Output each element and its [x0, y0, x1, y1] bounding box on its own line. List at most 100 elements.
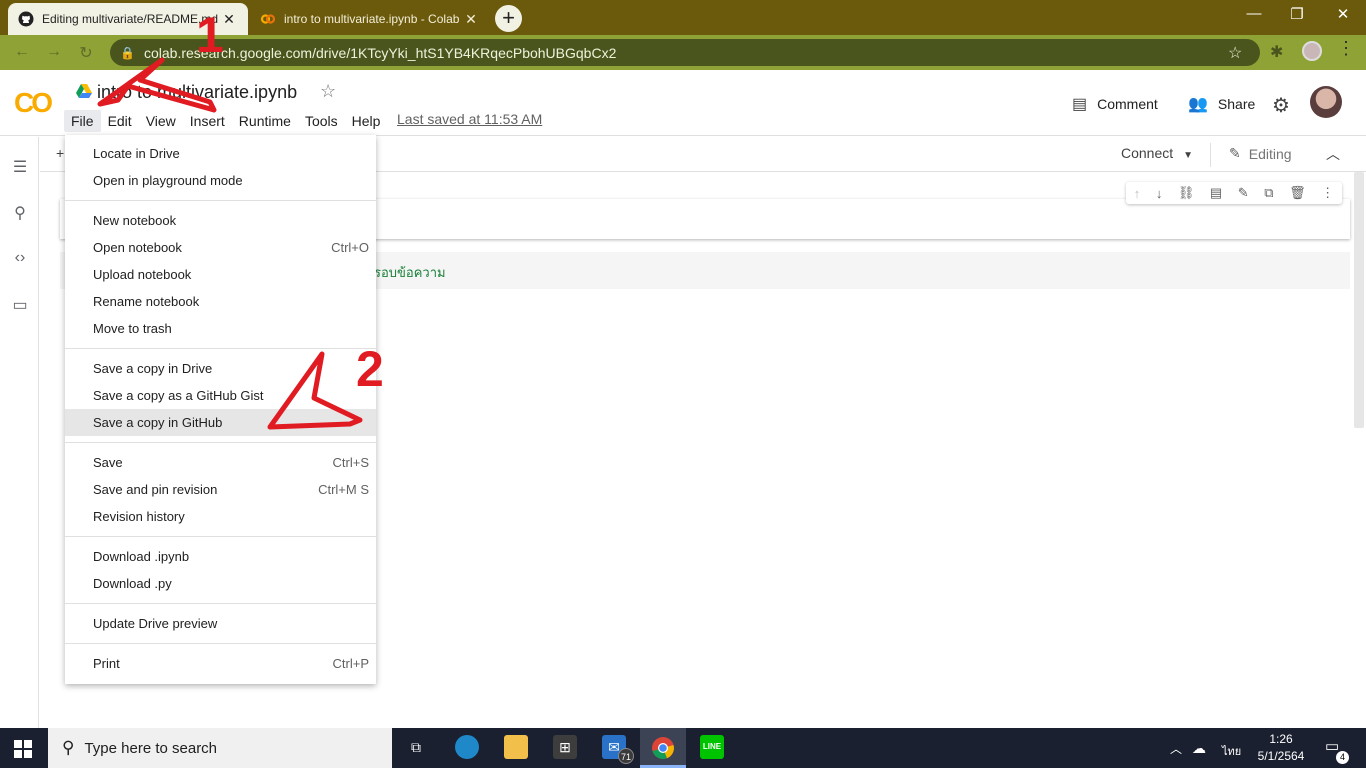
link-icon[interactable]: ⛓	[1178, 185, 1195, 201]
people-icon: 👥	[1188, 96, 1208, 113]
menu-edit[interactable]: Edit	[101, 110, 139, 132]
file-menu-item[interactable]: Download .ipynb	[65, 543, 376, 570]
taskbar-clock[interactable]: 1:26 5/1/2564	[1256, 731, 1306, 765]
language-indicator[interactable]: ไทย	[1222, 742, 1241, 760]
menu-item-label: Upload notebook	[93, 267, 192, 282]
google-drive-icon[interactable]	[76, 84, 92, 98]
menu-item-label: Revision history	[93, 509, 185, 524]
menu-item-label: Save	[93, 455, 123, 470]
search-icon[interactable]: ⚲	[10, 203, 30, 223]
menu-separator	[65, 643, 376, 644]
menu-separator	[65, 200, 376, 201]
extensions-icon[interactable]: ✱	[1270, 42, 1283, 62]
editing-mode-button[interactable]: ✎ Editing	[1229, 145, 1292, 162]
comment-button[interactable]: ▤ Comment	[1072, 94, 1158, 114]
onedrive-cloud-icon[interactable]: ☁	[1192, 740, 1206, 757]
menu-view[interactable]: View	[139, 110, 183, 132]
maximize-button[interactable]: ❐	[1274, 5, 1320, 23]
microsoft-store-icon[interactable]: ⊞	[553, 735, 577, 759]
menu-help[interactable]: Help	[345, 110, 388, 132]
menu-item-label: Rename notebook	[93, 294, 200, 309]
browser-profile-avatar[interactable]	[1302, 41, 1322, 61]
file-menu-item[interactable]: Save a copy in GitHub	[65, 409, 376, 436]
file-menu-item[interactable]: Revision history	[65, 503, 376, 530]
file-menu-item[interactable]: Save Ctrl+S	[65, 449, 376, 476]
file-menu-item[interactable]: Download .py	[65, 570, 376, 597]
more-options-icon[interactable]: ⋮	[1321, 185, 1334, 201]
comment-cell-icon[interactable]: ▤	[1210, 185, 1222, 201]
edit-cell-icon[interactable]: ✎	[1238, 185, 1249, 201]
line-app-icon[interactable]: LINE	[700, 735, 724, 759]
move-up-icon[interactable]: ↑	[1134, 186, 1141, 201]
cell-toolbar: ↑ ↓ ⛓ ▤ ✎ ⧉ 🗑 ⋮	[1126, 182, 1342, 204]
search-icon: ⚲	[62, 738, 75, 757]
table-of-contents-icon[interactable]: ☰	[10, 157, 30, 177]
menu-separator	[65, 536, 376, 537]
file-menu-item[interactable]: Open in playground mode	[65, 167, 376, 194]
reload-button[interactable]: ↻	[74, 43, 98, 63]
move-down-icon[interactable]: ↓	[1156, 186, 1163, 201]
task-view-icon[interactable]: ⧉	[404, 735, 428, 759]
tray-chevron-up-icon[interactable]: ︿	[1170, 740, 1182, 757]
minimize-button[interactable]: —	[1231, 5, 1277, 22]
menu-item-shortcut: Ctrl+O	[331, 240, 369, 255]
file-menu-item[interactable]: Save a copy in Drive	[65, 355, 376, 382]
new-tab-button[interactable]: +	[495, 5, 522, 32]
file-menu-item[interactable]: Open notebook Ctrl+O	[65, 234, 376, 261]
collapse-header-icon[interactable]: ︿	[1326, 144, 1340, 164]
menu-item-label: Save and pin revision	[93, 482, 218, 497]
file-menu-item[interactable]: Save a copy as a GitHub Gist	[65, 382, 376, 409]
url-text[interactable]: colab.research.google.com/drive/1KTcyYki…	[144, 45, 1228, 61]
chrome-icon[interactable]	[651, 736, 675, 760]
tab-title: Editing multivariate/README.md	[42, 12, 219, 26]
menu-item-shortcut: Ctrl+M S	[318, 482, 369, 497]
forward-button[interactable]: →	[42, 43, 66, 61]
file-menu-item[interactable]: Update Drive preview	[65, 610, 376, 637]
add-cell-button[interactable]: +	[56, 145, 64, 161]
address-bar[interactable]: 🔒 colab.research.google.com/drive/1KTcyY…	[110, 39, 1260, 66]
clock-date: 5/1/2564	[1257, 749, 1305, 763]
share-button[interactable]: 👥 Share	[1188, 94, 1255, 114]
menu-file[interactable]: File	[64, 110, 101, 132]
notebook-title[interactable]: intro to multivariate.ipynb	[97, 82, 297, 103]
menu-insert[interactable]: Insert	[183, 110, 232, 132]
share-label: Share	[1217, 96, 1256, 112]
toolbar-divider	[1210, 143, 1211, 167]
user-avatar[interactable]	[1310, 86, 1342, 118]
pencil-icon: ✎	[1229, 145, 1241, 161]
file-explorer-icon[interactable]	[504, 735, 528, 759]
file-menu-item[interactable]: Print Ctrl+P	[65, 650, 376, 677]
colab-menubar: File Edit View Insert Runtime Tools Help	[64, 110, 387, 132]
edge-icon[interactable]	[455, 735, 479, 759]
browser-menu-icon[interactable]: ⋮	[1337, 38, 1355, 59]
github-icon	[18, 11, 34, 27]
last-saved-link[interactable]: Last saved at 11:53 AM	[397, 111, 542, 127]
settings-gear-icon[interactable]: ⚙	[1272, 93, 1290, 118]
file-menu-item[interactable]: Move to trash	[65, 315, 376, 342]
mirror-cell-icon[interactable]: ⧉	[1264, 185, 1273, 201]
colab-logo[interactable]: CO	[14, 87, 53, 119]
delete-cell-icon[interactable]: 🗑	[1289, 185, 1306, 201]
star-notebook-icon[interactable]: ☆	[320, 81, 336, 102]
file-menu-item[interactable]: Rename notebook	[65, 288, 376, 315]
menu-item-label: Move to trash	[93, 321, 172, 336]
menu-runtime[interactable]: Runtime	[232, 110, 298, 132]
back-button[interactable]: ←	[10, 43, 34, 61]
file-menu-item[interactable]: Upload notebook	[65, 261, 376, 288]
file-menu-item[interactable]: Save and pin revision Ctrl+M S	[65, 476, 376, 503]
windows-start-icon[interactable]	[14, 740, 32, 758]
tab-title: intro to multivariate.ipynb - Colab	[284, 12, 460, 26]
file-menu-item[interactable]: Locate in Drive	[65, 140, 376, 167]
menu-tools[interactable]: Tools	[298, 110, 345, 132]
file-menu-item[interactable]: New notebook	[65, 207, 376, 234]
close-window-button[interactable]: ✕	[1320, 5, 1366, 23]
tab-colab-notebook[interactable]: intro to multivariate.ipynb - Colab ✕	[250, 3, 490, 35]
tab-close-icon[interactable]: ✕	[462, 11, 480, 28]
files-folder-icon[interactable]: ▭	[10, 295, 30, 315]
menu-item-label: Download .py	[93, 576, 172, 591]
scrollbar[interactable]	[1354, 172, 1364, 428]
connect-button[interactable]: Connect ▼	[1121, 145, 1193, 161]
bookmark-star-icon[interactable]: ☆	[1228, 43, 1248, 63]
taskbar-search-input[interactable]: ⚲ Type here to search	[48, 728, 392, 768]
code-snippets-icon[interactable]: ‹›	[10, 249, 30, 267]
